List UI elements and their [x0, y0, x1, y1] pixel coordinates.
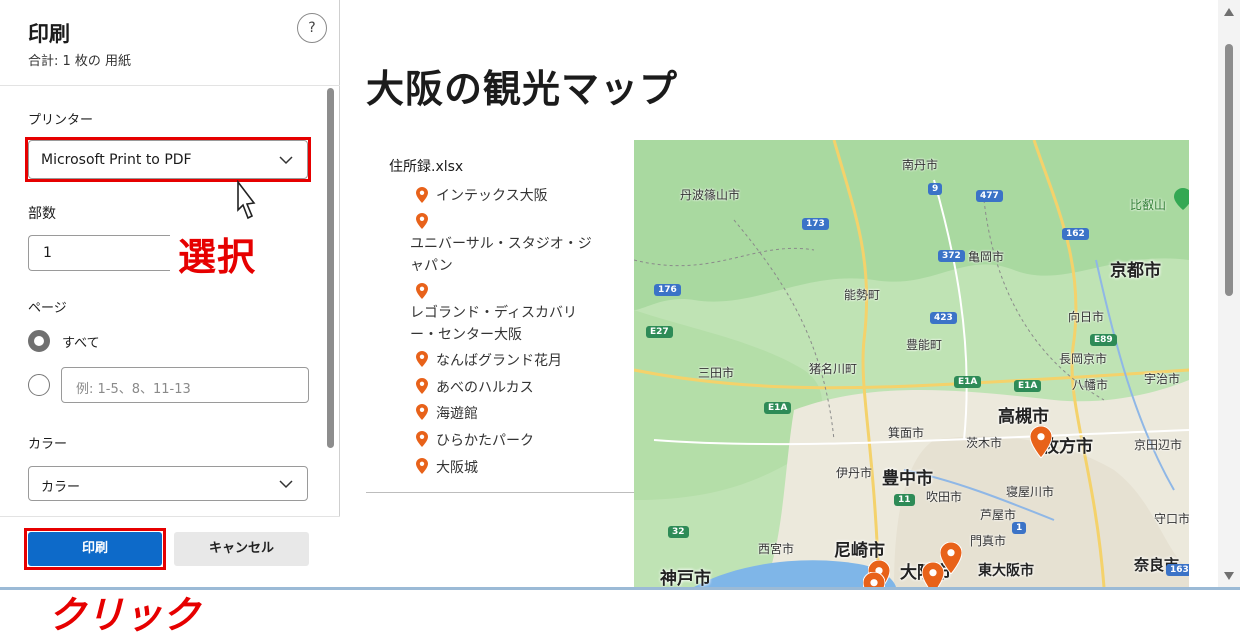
map-city-label: 吹田市	[926, 490, 963, 504]
dialog-title: 印刷	[28, 22, 70, 46]
map-city-label: 茨木市	[966, 436, 1003, 450]
color-value: カラー	[41, 480, 81, 495]
place-item: ひらかたパーク	[436, 433, 534, 449]
map-major-city: 高槻市	[998, 407, 1049, 427]
route-shield: E27	[646, 326, 673, 338]
map-city-label: 長岡京市	[1059, 352, 1108, 366]
route-shield: E1A	[764, 402, 792, 414]
route-shield: 9	[928, 183, 943, 195]
route-shield: 372	[938, 250, 965, 262]
route-shield: E1A	[954, 376, 982, 388]
place-item: インテックス大阪	[436, 188, 548, 204]
map-pin-icon	[416, 458, 428, 474]
print-settings-panel: 印刷 合計: 1 枚の 用紙 ? プリンター Microsoft Print t…	[0, 0, 340, 587]
map-pin-icon	[1030, 426, 1052, 458]
map-pin-icon	[416, 213, 428, 229]
print-highlight-box	[24, 528, 166, 570]
annotation-click: クリック	[48, 593, 201, 637]
map-city-label: 守口市	[1154, 512, 1189, 526]
route-shield: E1A	[1014, 380, 1042, 392]
page-range-placeholder: 例: 1-5、8、11-13	[76, 382, 191, 397]
map-city-label: 猪名川町	[809, 362, 858, 376]
copies-value: 1	[43, 245, 52, 261]
place-item: 海遊館	[436, 406, 478, 422]
map-pin-icon	[1174, 188, 1189, 210]
annotation-select: 選択	[178, 235, 257, 279]
map-pin-icon	[416, 351, 428, 367]
list-divider	[366, 492, 634, 493]
place-item: 大阪城	[436, 460, 478, 476]
panel-scrollbar[interactable]	[327, 88, 334, 448]
map-city-label: 西宮市	[758, 542, 795, 556]
list-heading: 住所録.xlsx	[389, 159, 464, 175]
map-city-label: 亀岡市	[968, 250, 1005, 264]
route-shield: 477	[976, 190, 1003, 202]
preview-scrollbar-thumb[interactable]	[1225, 44, 1233, 296]
map-major-city: 京都市	[1110, 261, 1161, 281]
map-city-label: 寝屋川市	[1006, 485, 1055, 499]
place-item: あべのハルカス	[436, 380, 534, 396]
document-title: 大阪の観光マップ	[366, 67, 679, 111]
route-shield: 162	[1062, 228, 1089, 240]
map-pin-icon	[863, 572, 885, 587]
map-major-city: 神戸市	[660, 569, 711, 587]
map-pin-icon	[416, 378, 428, 394]
route-shield: E89	[1090, 334, 1117, 346]
scroll-down-arrow-icon[interactable]	[1224, 572, 1234, 580]
cancel-button[interactable]: キャンセル	[174, 532, 309, 566]
map-major-city: 豊中市	[882, 469, 933, 489]
map-major-city: 尼崎市	[834, 541, 885, 561]
pages-all-radio[interactable]	[28, 330, 50, 352]
map-city-label: 箕面市	[888, 426, 925, 440]
map-pin-icon	[416, 283, 428, 299]
chevron-down-icon	[279, 480, 293, 489]
route-shield: 1	[1012, 522, 1027, 534]
scroll-up-arrow-icon[interactable]	[1224, 8, 1234, 16]
map-city-label: 京田辺市	[1134, 438, 1183, 452]
printer-label: プリンター	[28, 113, 94, 128]
page-range-input[interactable]: 例: 1-5、8、11-13	[61, 367, 309, 403]
map-city-label: 比叡山	[1130, 198, 1167, 212]
map-city-label: 門真市	[970, 534, 1007, 548]
map-city-label: 伊丹市	[836, 466, 873, 480]
printer-highlight-box	[25, 137, 311, 182]
mouse-pointer-icon	[237, 180, 256, 220]
map-city-label: 能勢町	[844, 288, 881, 302]
help-button[interactable]: ?	[297, 13, 327, 43]
route-shield: 176	[654, 284, 681, 296]
place-item: ユニバーサル・スタジオ・ジャパン	[410, 236, 592, 274]
map-city-label: 丹波篠山市	[680, 188, 741, 202]
window-bottom-edge	[0, 587, 1240, 590]
color-label: カラー	[28, 437, 68, 452]
map-pin-icon	[416, 431, 428, 447]
route-shield: 163	[1166, 564, 1189, 576]
place-item: レゴランド・ディスカバリー・センター大阪	[410, 305, 578, 343]
place-item: なんばグランド花月	[436, 353, 562, 369]
route-shield: 11	[894, 494, 915, 506]
route-shield: 423	[930, 312, 957, 324]
route-shield: 32	[668, 526, 689, 538]
map-city-label: 南丹市	[902, 158, 939, 172]
map-city-label: 芦屋市	[980, 508, 1017, 522]
map-image: 南丹市 丹波篠山市 亀岡市 能勢町 向日市 豊能町 長岡京市 猪名川町 三田市 …	[634, 140, 1189, 587]
copies-input[interactable]: 1	[28, 235, 170, 271]
map-city-label: 八幡市	[1072, 378, 1109, 392]
route-shield: 173	[802, 218, 829, 230]
map-pin-icon	[416, 404, 428, 420]
copies-label: 部数	[28, 206, 56, 222]
map-city-label: 三田市	[698, 366, 735, 380]
color-select[interactable]: カラー	[28, 466, 308, 501]
map-major-city: 東大阪市	[978, 563, 1034, 579]
map-pin-icon	[416, 187, 428, 203]
map-pin-icon	[922, 562, 944, 587]
pages-all-label: すべて	[62, 336, 100, 351]
map-city-label: 豊能町	[906, 338, 943, 352]
sheet-summary: 合計: 1 枚の 用紙	[28, 54, 132, 69]
pages-label: ページ	[28, 301, 67, 316]
map-city-label: 向日市	[1068, 310, 1105, 324]
map-city-label: 宇治市	[1144, 372, 1181, 386]
pages-range-radio[interactable]	[28, 374, 50, 396]
